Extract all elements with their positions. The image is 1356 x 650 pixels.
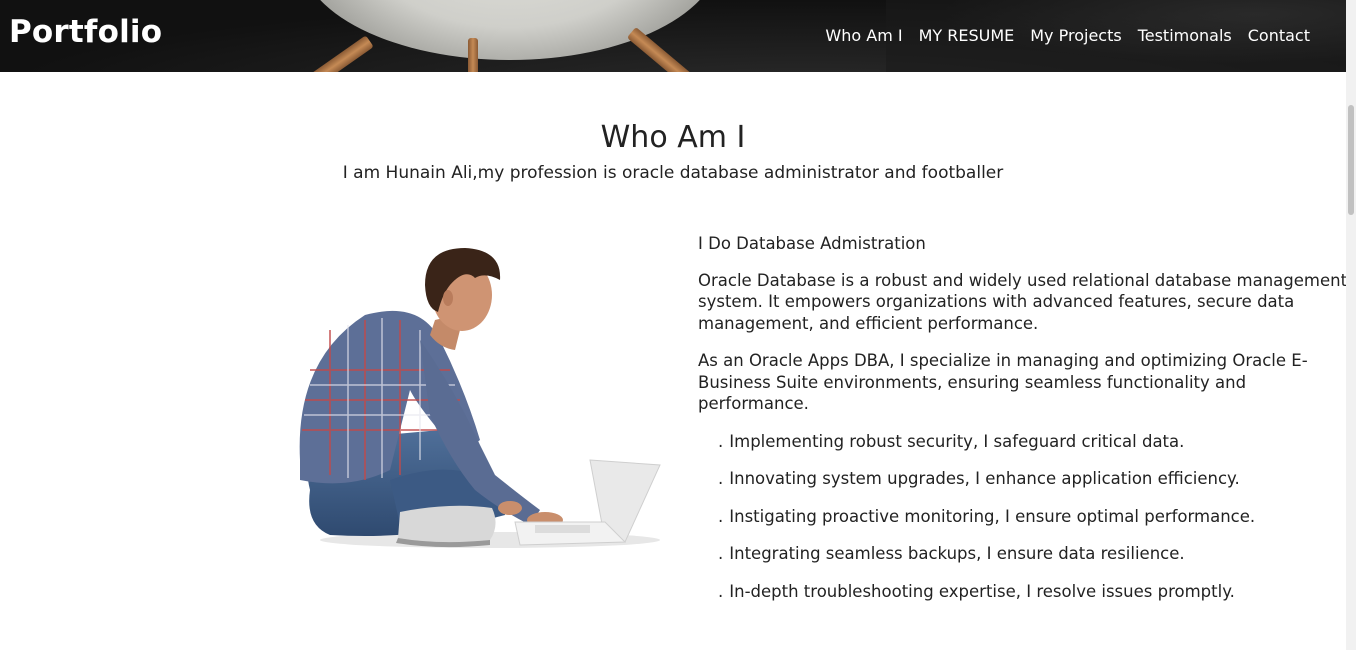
page: Portfolio Who Am I MY RESUME My Projects… [0, 0, 1346, 650]
list-item: . Instigating proactive monitoring, I ens… [718, 506, 1256, 526]
about-paragraph-2: As an Oracle Apps DBA, I specialize in m… [698, 351, 1308, 413]
scrollbar-thumb[interactable] [1348, 105, 1354, 215]
nav-my-resume[interactable]: MY RESUME [919, 26, 1015, 45]
site-header: Portfolio Who Am I MY RESUME My Projects… [0, 0, 1346, 72]
list-item: . Implementing robust security, I safegua… [718, 431, 1185, 451]
brand-logo[interactable]: Portfolio [9, 14, 162, 50]
list-item: . In-depth troubleshooting expertise, I r… [718, 581, 1235, 601]
about-paragraph-1: Oracle Database is a robust and widely u… [698, 270, 1346, 333]
list-item: . Innovating system upgrades, I enhance a… [718, 469, 1240, 488]
about-text: I Do Database Admistration Oracle Databa… [698, 233, 1346, 618]
section-title: Who Am I [600, 120, 746, 155]
nav-my-projects[interactable]: My Projects [1030, 26, 1121, 45]
main-nav: Who Am I MY RESUME My Projects Testimona… [825, 26, 1310, 45]
nav-contact[interactable]: Contact [1248, 26, 1310, 45]
about-heading: I Do Database Admistration [698, 234, 926, 253]
nav-testimonals[interactable]: Testimonals [1138, 26, 1232, 45]
nav-who-am-i[interactable]: Who Am I [825, 26, 902, 45]
vertical-scrollbar[interactable] [1346, 0, 1356, 650]
list-item: . Integrating seamless backups, I ensure … [718, 544, 1185, 563]
man-with-laptop-image [299, 248, 661, 548]
section-subtitle: I am Hunain Ali,my profession is oracle … [342, 163, 1004, 183]
skills-list: . Implementing robust security, I safegua… [698, 431, 1346, 603]
